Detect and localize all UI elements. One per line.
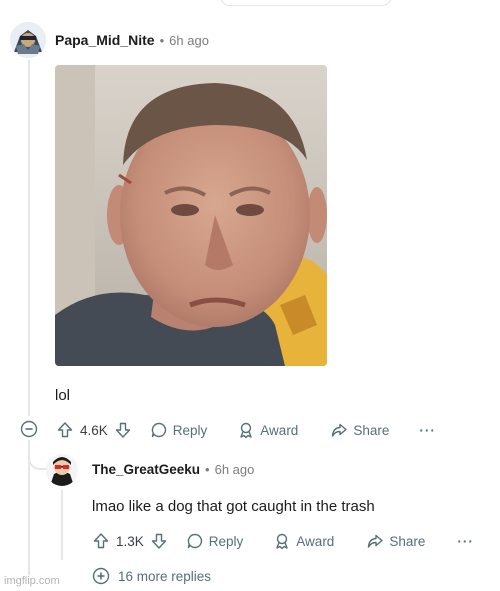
- reply-label: Reply: [172, 422, 208, 438]
- award-label: Award: [260, 422, 299, 438]
- reply-timestamp[interactable]: 6h ago: [215, 462, 255, 477]
- reply-avatar[interactable]: [46, 454, 78, 486]
- collapse-thread-button[interactable]: [20, 420, 38, 443]
- minus-circle-icon: [20, 420, 38, 438]
- comment-actions: 4.6K Reply Award Share ···: [56, 421, 436, 439]
- meta-separator: •: [159, 32, 165, 48]
- upvote-button[interactable]: [56, 421, 74, 439]
- upvote-icon: [93, 533, 109, 549]
- comment-bubble-icon: [187, 533, 202, 549]
- upvote-icon: [57, 422, 73, 438]
- username-link[interactable]: Papa_Mid_Nite: [55, 32, 155, 48]
- comment-image[interactable]: [55, 65, 327, 366]
- share-label: Share: [353, 422, 390, 438]
- share-icon: [368, 534, 384, 548]
- reply-header: The_GreatGeeku • 6h ago: [92, 462, 254, 477]
- vote-count: 4.6K: [80, 422, 108, 438]
- avatar[interactable]: [10, 22, 46, 58]
- more-options-button[interactable]: ···: [419, 423, 436, 438]
- reply-reply-button[interactable]: Reply: [186, 532, 244, 550]
- reply-actions: 1.3K Reply Award Share ···: [92, 532, 474, 550]
- thread-line-reply[interactable]: [61, 490, 63, 560]
- reply-share-label: Share: [389, 533, 426, 549]
- reply-vote-count: 1.3K: [116, 533, 144, 549]
- more-replies-button[interactable]: 16 more replies: [92, 567, 211, 585]
- timestamp[interactable]: 6h ago: [169, 33, 209, 48]
- reply-downvote-button[interactable]: [150, 532, 168, 550]
- more-replies-label: 16 more replies: [118, 568, 212, 584]
- reply-award-button[interactable]: Award: [273, 532, 334, 550]
- comment-header: Papa_Mid_Nite • 6h ago: [55, 32, 209, 48]
- reply-share-button[interactable]: Share: [366, 532, 425, 550]
- search-bar-edge: [220, 0, 392, 6]
- share-button[interactable]: Share: [330, 421, 389, 439]
- downvote-button[interactable]: [114, 421, 132, 439]
- thread-line-main[interactable]: [28, 60, 30, 416]
- share-icon: [332, 423, 348, 437]
- reply-more-options-button[interactable]: ···: [457, 534, 474, 549]
- watermark: imgflip.com: [4, 575, 60, 587]
- reply-button[interactable]: Reply: [150, 421, 208, 439]
- reply-username-link[interactable]: The_GreatGeeku: [92, 462, 200, 477]
- reply-meta-separator: •: [205, 462, 210, 477]
- comment-text: lol: [55, 387, 71, 404]
- award-button[interactable]: Award: [237, 421, 298, 439]
- award-icon: [240, 422, 252, 439]
- downvote-icon: [151, 533, 166, 549]
- comment-bubble-icon: [151, 422, 166, 438]
- reply-upvote-button[interactable]: [92, 532, 110, 550]
- downvote-icon: [115, 422, 130, 438]
- plus-circle-icon: [92, 567, 110, 585]
- reply-award-label: Award: [296, 533, 335, 549]
- reply-text: lmao like a dog that got caught in the t…: [92, 498, 375, 515]
- reply-reply-label: Reply: [208, 533, 244, 549]
- thread-connector: [28, 440, 48, 470]
- award-icon: [276, 533, 288, 550]
